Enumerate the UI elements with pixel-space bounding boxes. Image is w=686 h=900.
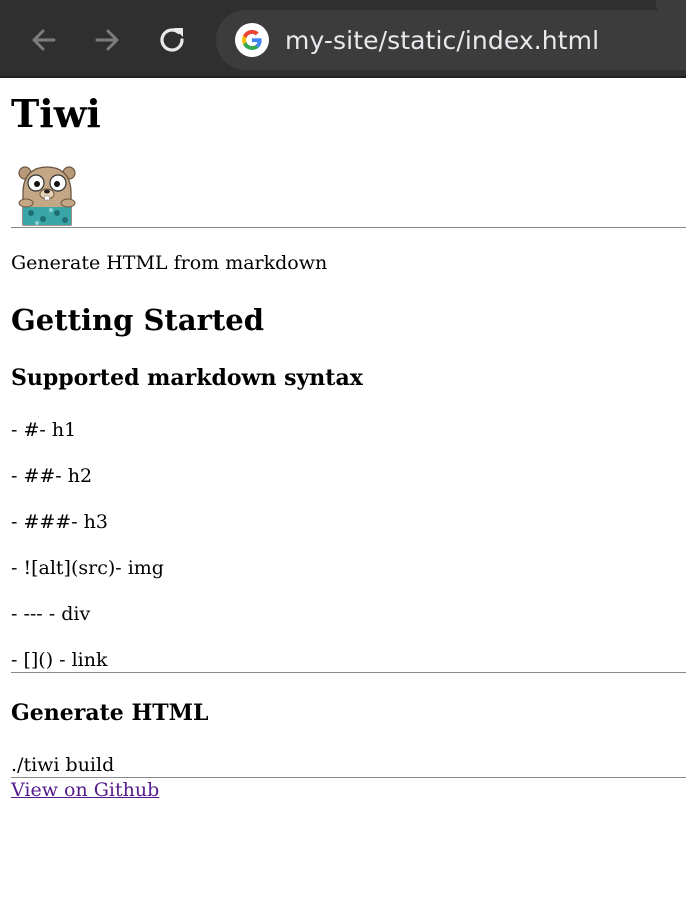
syntax-item-h3: - ###- h3 (11, 511, 109, 533)
syntax-item-h1: - #- h1 (11, 419, 77, 441)
divider (11, 227, 686, 228)
syntax-list: - #- h1 - ##- h2 - ###- h3 - ![alt](src)… (11, 418, 686, 672)
syntax-item-div: - --- - div (11, 603, 91, 625)
getting-started-heading: Getting Started (11, 303, 265, 337)
syntax-item-h2: - ##- h2 (11, 465, 93, 487)
syntax-heading: Supported markdown syntax (11, 365, 363, 391)
browser-toolbar: my-site/static/index.html (0, 0, 686, 78)
arrow-right-icon (95, 29, 119, 51)
page-title: Tiwi (11, 91, 101, 136)
url-text[interactable]: my-site/static/index.html (285, 26, 599, 55)
back-button[interactable] (27, 23, 61, 57)
forward-button[interactable] (90, 23, 124, 57)
github-link[interactable]: View on Github (11, 778, 159, 802)
toolbar-edge (656, 0, 686, 14)
build-command: ./tiwi build (11, 754, 115, 776)
reload-button[interactable] (155, 23, 189, 57)
gopher-mascot-icon (18, 166, 76, 226)
address-bar[interactable]: my-site/static/index.html (216, 10, 686, 70)
reload-icon (160, 28, 184, 52)
site-description: Generate HTML from markdown (11, 252, 328, 274)
page-content: Tiwi Generate HTML from markdown Getting… (0, 92, 686, 802)
divider (11, 672, 686, 673)
generate-heading: Generate HTML (11, 700, 209, 726)
syntax-item-link: - []() - link (11, 649, 108, 671)
google-g-icon (235, 23, 269, 57)
gopher-image (17, 163, 77, 227)
syntax-item-img: - ![alt](src)- img (11, 557, 164, 579)
arrow-left-icon (32, 29, 56, 51)
